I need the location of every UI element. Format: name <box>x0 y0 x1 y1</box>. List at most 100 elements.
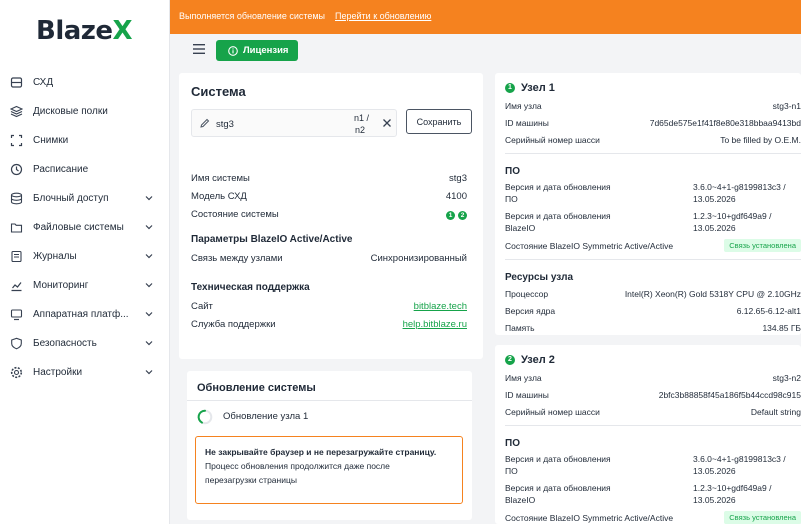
sidebar-item-label: Дисковые полки <box>33 106 108 117</box>
node-2-info: Имя узла stg3-n2 ID машины 2bfc3b88858f45a… <box>505 370 801 524</box>
sidebar-item[interactable]: Дисковые полки <box>0 97 170 126</box>
row-label: Сайт <box>191 301 213 312</box>
update-node-text: Обновление узла 1 <box>223 411 309 422</box>
row-label: Память <box>505 323 535 333</box>
sidebar-item[interactable]: Расписание <box>0 155 170 184</box>
save-button[interactable]: Сохранить <box>406 109 472 134</box>
sidebar-item-label: Безопасность <box>33 338 97 349</box>
row-value: 3.6.0~4+1-g8199813c3 / 13.05.2026 <box>693 453 786 477</box>
chevron-down-icon[interactable] <box>144 251 154 261</box>
row-label: Версия и дата обновления BlazeIO <box>505 210 625 234</box>
site-link[interactable]: bitblaze.tech <box>414 301 467 312</box>
service-link[interactable]: help.bitblaze.ru <box>403 319 467 330</box>
label-line: BlazeIO <box>505 223 536 233</box>
sidebar-item-label: Настройки <box>33 367 83 378</box>
database-icon <box>10 192 23 205</box>
label-line: BlazeIO <box>505 495 536 505</box>
pencil-icon <box>200 118 210 128</box>
params-section: Параметры BlazeIO Active/Active <box>191 224 467 250</box>
row-value: 6.12.65-6.12-alt1 <box>736 306 801 316</box>
chevron-down-icon[interactable] <box>144 193 154 203</box>
system-name-field[interactable]: stg3 n1 / n2 <box>191 109 397 137</box>
sidebar-item[interactable]: Аппаратная платф... <box>0 300 170 329</box>
node-1-info: Имя узла stg3-n1 ID машины 7d65de575e1f41f… <box>505 98 801 337</box>
layers-icon <box>10 105 23 118</box>
menu-icon[interactable] <box>193 44 205 54</box>
node-2-header: 2 Узел 2 <box>505 354 555 366</box>
close-icon[interactable] <box>382 118 392 128</box>
sidebar-item[interactable]: СХД <box>0 68 170 97</box>
row-label: Состояние системы <box>191 209 279 220</box>
value-line: 13.05.2026 <box>693 223 736 233</box>
warning-line-1: Не закрывайте браузер и не перезагружайт… <box>205 447 437 457</box>
system-title: Система <box>191 84 246 99</box>
chevron-down-icon[interactable] <box>144 280 154 290</box>
po-title: ПО <box>505 166 520 177</box>
row-label: Состояние BlazeIO Symmetric Active/Activ… <box>505 513 674 523</box>
value-line: 1.2.3~10+gdf649a9 / <box>693 483 772 493</box>
sidebar-item[interactable]: Безопасность <box>0 329 170 358</box>
sidebar-item[interactable]: Снимки <box>0 126 170 155</box>
sidebar-item-label: Мониторинг <box>33 280 89 291</box>
value-line: 13.05.2026 <box>693 194 736 204</box>
sidebar-item-label: Файловые системы <box>33 222 124 233</box>
sidebar-item[interactable]: Мониторинг <box>0 271 170 300</box>
update-card: Обновление системы Обновление узла 1 Не … <box>187 371 472 520</box>
sidebar-item[interactable]: Файловые системы <box>0 213 170 242</box>
row-label: Модель СХД <box>191 191 247 202</box>
blazeio-version-row: Версия и дата обновления BlazeIO 1.2.3~10+… <box>505 481 801 510</box>
node-1-dot: 1 <box>505 83 515 93</box>
row-label: Серийный номер шасси <box>505 407 600 417</box>
service-row: Служба поддержки help.bitblaze.ru <box>191 316 467 334</box>
kernel-row: Версия ядра 6.12.65-6.12-alt1 <box>505 303 801 320</box>
row-value: 2bfc3b88858f45a186f5b44ccd98c915 <box>658 390 801 400</box>
sidebar-item-label: Расписание <box>33 164 89 175</box>
sidebar-item[interactable]: Настройки <box>0 358 170 387</box>
chevron-down-icon[interactable] <box>144 222 154 232</box>
support-section: Техническая поддержка <box>191 268 467 298</box>
row-label: Имя системы <box>191 173 250 184</box>
status-badge: Связь установлена <box>724 239 801 252</box>
sidebar-item[interactable]: Блочный доступ <box>0 184 170 213</box>
system-info: Имя системы stg3 Модель СХД 4100 Состояние… <box>191 170 467 334</box>
divider <box>505 153 801 154</box>
blazeio-state-row: Состояние BlazeIO Symmetric Active/Activ… <box>505 238 801 255</box>
row-value: 1.2.3~10+gdf649a9 / 13.05.2026 <box>693 210 771 234</box>
journal-icon <box>11 250 22 263</box>
row-value: Intel(R) Xeon(R) Gold 5318Y CPU @ 2.10GH… <box>624 289 801 299</box>
row-label: Серийный номер шасси <box>505 135 600 145</box>
warning-line-2: Процесс обновления продолжится даже посл… <box>205 461 390 471</box>
row-label: Версия ядра <box>505 306 556 316</box>
site-row: Сайт bitblaze.tech <box>191 298 467 316</box>
divider <box>187 400 472 401</box>
chevron-down-icon[interactable] <box>144 338 154 348</box>
po-version-row: Версия и дата обновления ПО 3.6.0~4+1-g81… <box>505 452 801 481</box>
value-line: 13.05.2026 <box>693 466 736 476</box>
po-title: ПО <box>505 438 520 449</box>
divider <box>505 259 801 260</box>
toolbar: Лицензия <box>170 34 801 70</box>
state-dots: 12 <box>443 209 467 220</box>
row-label: Связь между узлами <box>191 253 283 264</box>
license-button[interactable]: Лицензия <box>216 40 298 61</box>
shield-icon <box>11 337 22 350</box>
chevron-down-icon[interactable] <box>144 309 154 319</box>
blazeio-state-row: Состояние BlazeIO Symmetric Active/Activ… <box>505 510 801 524</box>
node-name-row: Имя узла stg3-n2 <box>505 370 801 387</box>
sidebar-item-label: Снимки <box>33 135 69 146</box>
banner-update-link[interactable]: Перейти к обновлению <box>335 11 431 21</box>
row-label: Версия и дата обновления ПО <box>505 182 611 204</box>
chevron-down-icon[interactable] <box>144 367 154 377</box>
row-label: Версия и дата обновления ПО <box>505 454 611 476</box>
sidebar-item-label: Аппаратная платф... <box>33 309 129 320</box>
cpu-row: Процессор Intel(R) Xeon(R) Gold 5318Y CPU… <box>505 286 801 303</box>
logo[interactable]: BlazeX <box>36 16 133 46</box>
row-value: To be filled by O.E.M. <box>720 135 801 145</box>
support-title: Техническая поддержка <box>191 282 310 293</box>
sidebar-item[interactable]: Журналы <box>0 242 170 271</box>
node-1-card: 1 Узел 1 Имя узла stg3-n1 ID машины 7d65de5… <box>495 73 801 335</box>
node-2-dot: 2 <box>505 355 515 365</box>
chart-icon <box>11 282 22 292</box>
row-value: 4100 <box>445 191 467 202</box>
node-1-header: 1 Узел 1 <box>505 82 555 94</box>
